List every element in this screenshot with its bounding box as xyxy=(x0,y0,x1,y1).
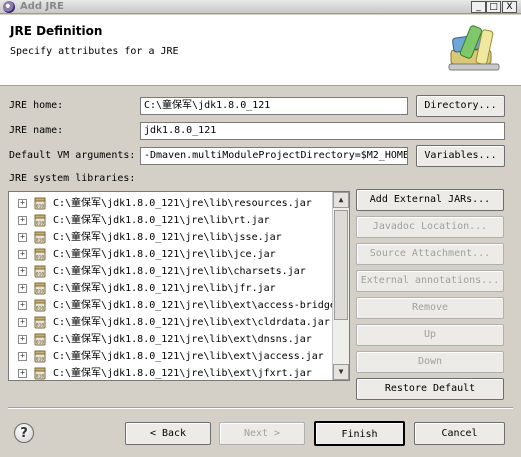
back-button[interactable]: < Back xyxy=(125,422,211,445)
variables-button[interactable]: Variables... xyxy=(416,145,505,167)
library-path: C:\童保军\jdk1.8.0_121\jre\lib\jfr.jar xyxy=(53,283,276,294)
jre-home-label: JRE home: xyxy=(9,100,64,111)
jre-libraries-label: JRE system libraries: xyxy=(9,173,136,184)
jre-name-field[interactable]: jdk1.8.0_121 xyxy=(140,122,505,140)
javadoc-location-button[interactable]: Javadoc Location... xyxy=(356,216,504,238)
expand-icon[interactable]: + xyxy=(18,369,27,378)
expand-icon[interactable]: + xyxy=(18,301,27,310)
expand-icon[interactable]: + xyxy=(18,233,27,242)
vm-arguments-label: Default VM arguments: xyxy=(9,150,136,161)
scroll-down-arrow-icon[interactable]: ▼ xyxy=(333,364,349,380)
restore-default-button[interactable]: Restore Default xyxy=(356,378,504,400)
jar-icon: 010 xyxy=(34,299,46,312)
up-button[interactable]: Up xyxy=(356,324,504,346)
library-path: C:\童保军\jdk1.8.0_121\jre\lib\jce.jar xyxy=(53,249,276,260)
svg-text:010: 010 xyxy=(36,221,44,227)
expand-icon[interactable]: + xyxy=(18,267,27,276)
external-annotations-button[interactable]: External annotations... xyxy=(356,270,504,292)
svg-text:010: 010 xyxy=(36,255,44,261)
finish-button[interactable]: Finish xyxy=(314,421,405,446)
library-row[interactable]: +010 C:\童保军\jdk1.8.0_121\jre\lib\ext\acce… xyxy=(9,297,339,314)
jar-icon: 010 xyxy=(34,282,46,295)
svg-text:010: 010 xyxy=(36,323,44,329)
library-path: C:\童保军\jdk1.8.0_121\jre\lib\ext\cldrdata… xyxy=(53,317,330,328)
footer-separator xyxy=(8,407,513,409)
library-row[interactable]: +010 C:\童保军\jdk1.8.0_121\jre\lib\charsets… xyxy=(9,263,339,280)
library-row[interactable]: +010 C:\童保军\jdk1.8.0_121\jre\lib\rt.jar xyxy=(9,212,339,229)
expand-icon[interactable]: + xyxy=(18,216,27,225)
add-external-jars-button[interactable]: Add External JARs... xyxy=(356,189,504,211)
jre-libraries-list[interactable]: +010 C:\童保军\jdk1.8.0_121\jre\lib\resource… xyxy=(8,191,350,381)
jar-icon: 010 xyxy=(34,231,46,244)
expand-icon[interactable]: + xyxy=(18,284,27,293)
next-button[interactable]: Next > xyxy=(219,422,305,445)
library-row[interactable]: +010 C:\童保军\jdk1.8.0_121\jre\lib\jfr.jar xyxy=(9,280,339,297)
library-row[interactable]: +010 C:\童保军\jdk1.8.0_121\jre\lib\ext\dnsn… xyxy=(9,331,339,348)
svg-text:010: 010 xyxy=(36,340,44,346)
title-bar xyxy=(0,0,521,14)
libraries-scrollbar[interactable]: ▲ ▼ xyxy=(332,192,349,380)
library-row[interactable]: +010 C:\童保军\jdk1.8.0_121\jre\lib\ext\cldr… xyxy=(9,314,339,331)
svg-text:010: 010 xyxy=(36,238,44,244)
scrollbar-thumb[interactable] xyxy=(334,210,348,320)
source-attachment-button[interactable]: Source Attachment... xyxy=(356,243,504,265)
jar-icon: 010 xyxy=(34,248,46,261)
directory-button[interactable]: Directory... xyxy=(416,95,505,117)
expand-icon[interactable]: + xyxy=(18,335,27,344)
jar-icon: 010 xyxy=(34,197,46,210)
maximize-button[interactable]: □ xyxy=(486,1,501,13)
jar-icon: 010 xyxy=(34,333,46,346)
svg-text:010: 010 xyxy=(36,306,44,312)
library-path: C:\童保军\jdk1.8.0_121\jre\lib\ext\dnsns.ja… xyxy=(53,334,312,345)
svg-text:010: 010 xyxy=(36,357,44,363)
svg-text:010: 010 xyxy=(36,289,44,295)
expand-icon[interactable]: + xyxy=(18,318,27,327)
page-title: JRE Definition xyxy=(10,24,103,38)
library-row[interactable]: +010 C:\童保军\jdk1.8.0_121\jre\lib\resource… xyxy=(9,195,339,212)
library-path: C:\童保军\jdk1.8.0_121\jre\lib\resources.ja… xyxy=(53,198,312,209)
expand-icon[interactable]: + xyxy=(18,199,27,208)
jre-name-label: JRE name: xyxy=(9,125,64,136)
library-path: C:\童保军\jdk1.8.0_121\jre\lib\ext\jfxrt.ja… xyxy=(53,368,312,379)
jre-home-field[interactable]: C:\童保军\jdk1.8.0_121 xyxy=(140,97,408,115)
vm-arguments-field[interactable]: -Dmaven.multiModuleProjectDirectory=$M2_… xyxy=(140,147,408,165)
svg-text:010: 010 xyxy=(36,272,44,278)
library-books-icon xyxy=(448,25,500,71)
library-path: C:\童保军\jdk1.8.0_121\jre\lib\jsse.jar xyxy=(53,232,282,243)
jar-icon: 010 xyxy=(34,316,46,329)
library-path: C:\童保军\jdk1.8.0_121\jre\lib\charsets.jar xyxy=(53,266,306,277)
minimize-button[interactable]: _ xyxy=(471,1,486,13)
jar-icon: 010 xyxy=(34,350,46,363)
library-path: C:\童保军\jdk1.8.0_121\jre\lib\rt.jar xyxy=(53,215,270,226)
jar-icon: 010 xyxy=(34,265,46,278)
help-icon[interactable]: ? xyxy=(14,423,34,443)
library-row[interactable]: +010 C:\童保军\jdk1.8.0_121\jre\lib\jsse.jar xyxy=(9,229,339,246)
remove-button[interactable]: Remove xyxy=(356,297,504,319)
expand-icon[interactable]: + xyxy=(18,250,27,259)
library-row[interactable]: +010 C:\童保军\jdk1.8.0_121\jre\lib\jce.jar xyxy=(9,246,339,263)
eclipse-icon xyxy=(3,1,15,13)
expand-icon[interactable]: + xyxy=(18,352,27,361)
svg-text:010: 010 xyxy=(36,374,44,380)
jar-icon: 010 xyxy=(34,367,46,380)
library-row[interactable]: +010 C:\童保军\jdk1.8.0_121\jre\lib\ext\jacc… xyxy=(9,348,339,365)
svg-text:010: 010 xyxy=(36,204,44,210)
scroll-up-arrow-icon[interactable]: ▲ xyxy=(333,192,349,208)
library-path: C:\童保军\jdk1.8.0_121\jre\lib\ext\access-b… xyxy=(53,300,336,311)
library-path: C:\童保军\jdk1.8.0_121\jre\lib\ext\jaccess.… xyxy=(53,351,324,362)
window-title: Add JRE xyxy=(20,1,64,12)
cancel-button[interactable]: Cancel xyxy=(414,422,505,445)
jar-icon: 010 xyxy=(34,214,46,227)
down-button[interactable]: Down xyxy=(356,351,504,373)
page-subtitle: Specify attributes for a JRE xyxy=(10,46,179,57)
library-row[interactable]: +010 C:\童保军\jdk1.8.0_121\jre\lib\ext\jfxr… xyxy=(9,365,339,380)
close-button[interactable]: X xyxy=(502,1,517,13)
